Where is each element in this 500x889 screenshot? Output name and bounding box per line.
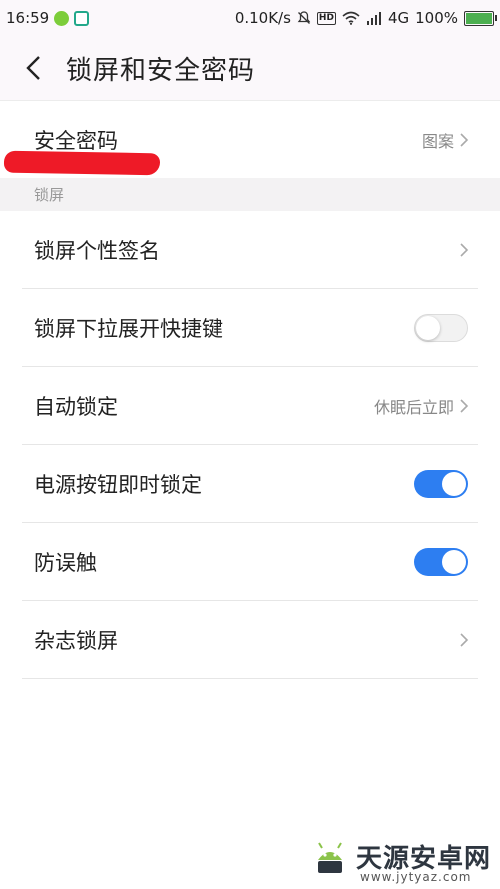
chevron-left-icon [26,56,40,80]
android-logo-icon [318,842,342,873]
wifi-icon [342,11,360,25]
scan-notification-icon [74,10,90,26]
magazine-lock-label: 杂志锁屏 [34,628,118,653]
chevron-right-icon [460,632,469,647]
divider [22,678,478,679]
section-header-lock-screen: 锁屏 [0,178,500,211]
auto-lock-label: 自动锁定 [34,394,118,419]
anti-mistouch-toggle[interactable] [414,547,468,576]
battery-icon [464,10,497,26]
status-bar: 16:59 0.10K/s HD 4G 100% [0,0,500,36]
pulldown-shortcut-row: 锁屏下拉展开快捷键 [22,289,478,366]
security-password-value-text: 图案 [421,131,454,151]
auto-lock-value: 休眠后立即 [374,394,478,418]
title-bar: 锁屏和安全密码 [0,36,500,101]
battery-percent: 100% [415,9,458,27]
auto-lock-value-text: 休眠后立即 [373,397,454,417]
magazine-lock-value [454,632,478,648]
toggle-knob [442,471,466,496]
hd-icon: HD [316,11,336,25]
auto-lock-row[interactable]: 自动锁定 休眠后立即 [22,367,478,444]
page-title: 锁屏和安全密码 [66,55,256,86]
status-time: 16:59 [6,9,50,27]
anti-mistouch-row: 防误触 [22,523,478,600]
back-button[interactable] [10,45,56,91]
power-button-lock-row: 电源按钮即时锁定 [22,445,478,522]
watermark-name: 天源安卓网 [356,843,492,874]
lock-screen-signature-value [454,242,478,258]
section-header-label: 锁屏 [34,186,65,204]
chevron-right-icon [460,242,469,257]
power-button-lock-label: 电源按钮即时锁定 [34,472,202,497]
lock-screen-signature-row[interactable]: 锁屏个性签名 [22,211,478,288]
status-right-group: 0.10K/s HD 4G 100% [234,9,497,27]
signal-icon [366,11,381,25]
toggle-knob [442,549,466,574]
security-password-value: 图案 [422,128,478,152]
toggle-knob [416,315,440,340]
power-button-lock-toggle[interactable] [414,469,468,498]
magazine-lock-row[interactable]: 杂志锁屏 [22,601,478,678]
watermark: 天源安卓网 www.jytyaz.com [310,836,492,884]
watermark-url: www.jytyaz.com [360,870,472,884]
anti-mistouch-label: 防误触 [34,550,97,575]
red-annotation-mark [3,150,161,176]
network-type: 4G [387,9,410,27]
chevron-right-icon [460,398,469,413]
mute-bell-icon [297,11,311,24]
pulldown-shortcut-toggle[interactable] [414,313,468,342]
network-speed: 0.10K/s [234,9,291,27]
app-notification-icon [54,10,70,26]
chevron-right-icon [460,132,469,147]
lock-screen-signature-label: 锁屏个性签名 [34,238,160,263]
security-password-label: 安全密码 [34,128,118,153]
pulldown-shortcut-label: 锁屏下拉展开快捷键 [34,316,223,341]
